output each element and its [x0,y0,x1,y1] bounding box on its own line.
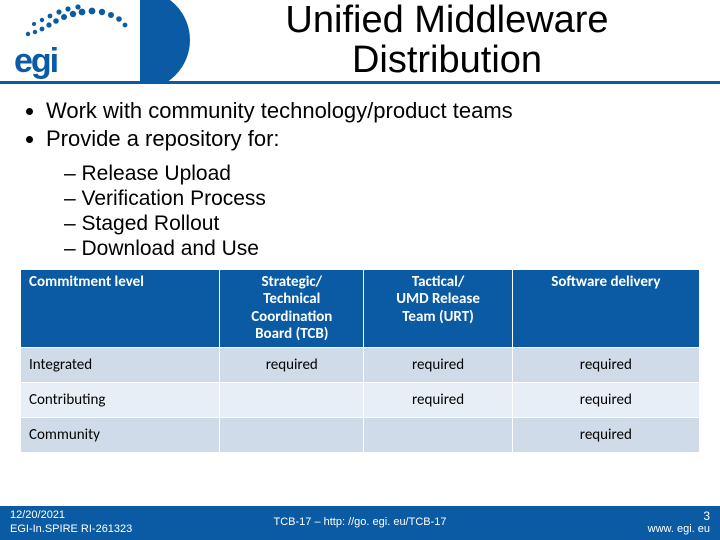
dash-2: Verification Process [64,187,700,211]
col-urt: Tactical/UMD ReleaseTeam (URT) [364,270,512,348]
cell-tcb [220,418,364,453]
commitment-table: Commitment level Strategic/TechnicalCoor… [20,269,700,453]
logo-dots-icon [22,4,132,40]
dash-4: Download and Use [64,237,700,261]
cell-urt: required [364,348,512,383]
cell-urt: required [364,383,512,418]
sub-bullets: Release Upload Verification Process Stag… [64,162,700,261]
cell-tcb [220,383,364,418]
bullet-2: Provide a repository for: [46,126,700,152]
logo-text: egi [14,42,57,81]
slide-body: Work with community technology/product t… [0,84,720,261]
dash-3: Staged Rollout [64,212,700,236]
cell-level: Community [21,418,220,453]
table-header-row: Commitment level Strategic/TechnicalCoor… [21,270,700,348]
main-bullets: Work with community technology/product t… [46,98,700,152]
slide-header: egi Unified Middleware Distribution [0,0,720,84]
footer-site: www. egi. eu [648,523,710,535]
col-sd: Software delivery [512,270,699,348]
col-commitment: Commitment level [21,270,220,348]
footer-page-num: 3 [703,509,710,523]
cell-sd: required [512,383,699,418]
cell-tcb: required [220,348,364,383]
cell-level: Integrated [21,348,220,383]
footer-mid: TCB-17 – http: //go. egi. eu/TCB-17 [0,516,720,528]
egi-logo: egi [0,0,160,84]
col-tcb: Strategic/TechnicalCoordinationBoard (TC… [220,270,364,348]
slide-title: Unified Middleware Distribution [180,0,714,80]
title-line-2: Distribution [352,39,542,81]
table-row: Integrated required required required [21,348,700,383]
bullet-1: Work with community technology/product t… [46,98,700,124]
table-row: Community required [21,418,700,453]
cell-urt [364,418,512,453]
cell-sd: required [512,348,699,383]
slide-footer: 12/20/2021 EGI-In.SPIRE RI-261323 TCB-17… [0,506,720,540]
table-row: Contributing required required [21,383,700,418]
title-line-1: Unified Middleware [285,0,608,41]
cell-sd: required [512,418,699,453]
dash-1: Release Upload [64,162,700,186]
cell-level: Contributing [21,383,220,418]
